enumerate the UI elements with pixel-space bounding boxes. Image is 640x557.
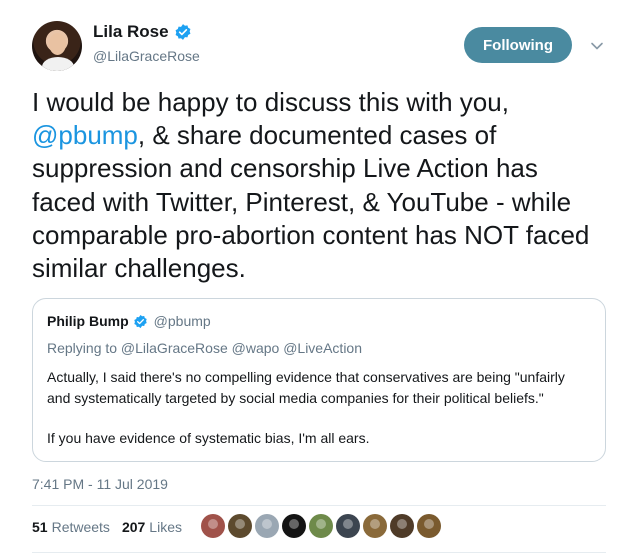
verified-badge-icon [175, 24, 191, 40]
liker-avatar[interactable] [201, 514, 225, 538]
replying-to: Replying to @LilaGraceRose @wapo @LiveAc… [47, 340, 363, 356]
liker-avatar[interactable] [282, 514, 306, 538]
likes-stat[interactable]: 207 Likes [122, 519, 182, 535]
liker-avatar[interactable] [363, 514, 387, 538]
liker-avatar[interactable] [336, 514, 360, 538]
following-button[interactable]: Following [464, 27, 572, 63]
author-name[interactable]: Lila Rose [93, 22, 169, 42]
retweets-stat[interactable]: 51 Retweets [32, 519, 110, 535]
mention-link[interactable]: @pbump [32, 120, 138, 150]
likes-count: 207 [121, 519, 146, 535]
avatar-face [49, 33, 66, 55]
quoted-tweet-body: Actually, I said there's no compelling e… [47, 369, 565, 406]
retweets-label: Retweets [51, 519, 110, 535]
liker-avatar[interactable] [255, 514, 279, 538]
author-avatar[interactable] [32, 21, 82, 71]
likes-label: Likes [149, 519, 182, 535]
quoted-author-name: Philip Bump [47, 313, 129, 329]
tweet-text: I would be happy to discuss this with yo… [32, 86, 592, 285]
liker-avatar[interactable] [228, 514, 252, 538]
liker-avatar[interactable] [417, 514, 441, 538]
quoted-tweet-body-2: If you have evidence of systematic bias,… [47, 430, 370, 446]
divider [32, 505, 606, 506]
quoted-tweet-header: Philip Bump @pbump [47, 313, 211, 329]
author-name-row: Lila Rose [93, 22, 200, 42]
author-handle[interactable]: @LilaGraceRose [93, 48, 200, 64]
quoted-tweet[interactable]: Philip Bump @pbump Replying to @LilaGrac… [32, 298, 606, 462]
tweet-text-before: I would be happy to discuss this with yo… [32, 87, 509, 117]
engagement-stats: 51 Retweets 207 Likes [32, 519, 194, 535]
liker-avatar[interactable] [390, 514, 414, 538]
author-block: Lila Rose @LilaGraceRose [93, 22, 200, 64]
retweets-count: 51 [32, 519, 48, 535]
quoted-author-handle: @pbump [153, 313, 211, 329]
chevron-down-icon[interactable] [589, 38, 605, 54]
avatar-body [42, 57, 74, 71]
tweet-timestamp[interactable]: 7:41 PM - 11 Jul 2019 [32, 476, 168, 492]
verified-badge-icon [133, 314, 147, 328]
tweet-card: Lila Rose @LilaGraceRose Following I wou… [0, 0, 640, 557]
liker-avatars [201, 514, 441, 538]
liker-avatar[interactable] [309, 514, 333, 538]
divider [32, 552, 606, 553]
